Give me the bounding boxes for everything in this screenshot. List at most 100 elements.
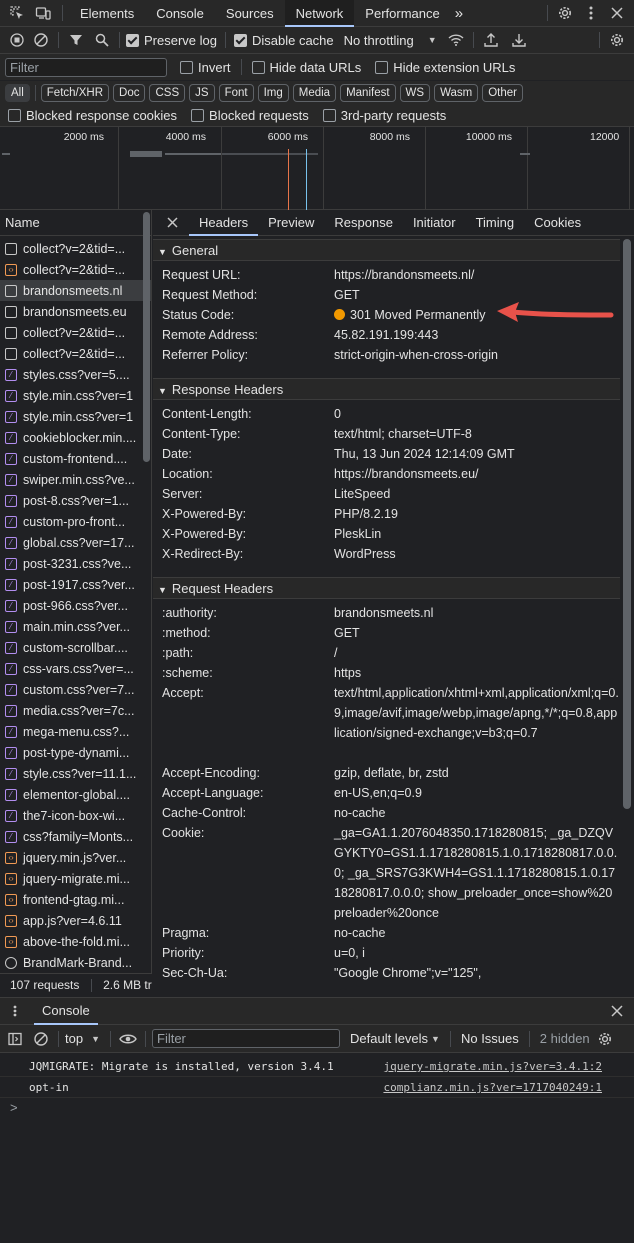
console-source-link[interactable]: complianz.min.js?ver=1717040249:1 [383,1077,602,1098]
request-row[interactable]: ⁄ mega-menu.css?... [0,721,151,742]
export-har-icon[interactable] [508,29,530,51]
network-settings-gear-icon[interactable] [606,29,628,51]
name-column-header[interactable]: Name [0,210,151,236]
drawer-menu-icon[interactable] [4,1000,26,1022]
tab-initiator[interactable]: Initiator [403,210,466,236]
tab-performance[interactable]: Performance [354,0,450,27]
invert-checkbox[interactable]: Invert [180,60,231,75]
device-toolbar-icon[interactable] [32,2,54,24]
request-headers-section-header[interactable]: ▼ Request Headers [153,577,620,599]
tab-cookies[interactable]: Cookies [524,210,591,236]
close-drawer-icon[interactable] [606,1000,628,1022]
request-row[interactable]: collect?v=2&tid=... [0,322,151,343]
settings-gear-icon[interactable] [554,2,576,24]
log-levels-select[interactable]: Default levels ▼ [350,1031,440,1046]
throttling-select[interactable]: No throttling ▼ [344,33,437,48]
detail-scrollbar[interactable] [623,239,631,809]
stop-recording-icon[interactable] [6,29,28,51]
more-options-icon[interactable] [580,2,602,24]
request-row[interactable]: ⁄ post-966.css?ver... [0,595,151,616]
hide-extension-urls-checkbox[interactable]: Hide extension URLs [375,60,515,75]
type-chip-wasm[interactable]: Wasm [434,84,479,102]
request-row[interactable]: ‹› jquery.min.js?ver... [0,847,151,868]
request-row[interactable]: ⁄ style.min.css?ver=1 [0,385,151,406]
type-chip-css[interactable]: CSS [149,84,186,102]
console-settings-gear-icon[interactable] [594,1028,616,1050]
request-row[interactable]: ⁄ style.min.css?ver=1 [0,406,151,427]
preserve-log-checkbox[interactable]: Preserve log [126,33,217,48]
type-chip-doc[interactable]: Doc [113,84,146,102]
request-row[interactable]: ⁄ main.min.css?ver... [0,616,151,637]
tab-console[interactable]: Console [145,0,215,27]
sidebar-toggle-icon[interactable] [4,1028,26,1050]
request-row[interactable]: collect?v=2&tid=... [0,238,151,259]
tab-elements[interactable]: Elements [69,0,145,27]
checkbox-unchecked[interactable] [8,109,21,122]
third-party-requests-checkbox[interactable]: 3rd-party requests [322,108,446,123]
tab-timing[interactable]: Timing [466,210,525,236]
checkbox-unchecked[interactable] [375,60,389,74]
response-headers-section-header[interactable]: ▼ Response Headers [153,378,620,400]
request-row[interactable]: ⁄ css-vars.css?ver=... [0,658,151,679]
blocked-requests-checkbox[interactable]: Blocked requests [191,108,309,123]
type-chip-other[interactable]: Other [482,84,523,102]
checkbox-unchecked[interactable] [180,60,193,74]
request-row[interactable]: ⁄ elementor-global.... [0,784,151,805]
console-filter-input[interactable]: Filter [152,1029,340,1048]
import-har-icon[interactable] [480,29,502,51]
type-chip-manifest[interactable]: Manifest [340,84,396,102]
request-row[interactable]: ⁄ custom-scrollbar.... [0,637,151,658]
request-row[interactable]: ⁄ post-8.css?ver=1... [0,490,151,511]
tab-response[interactable]: Response [324,210,403,236]
request-row[interactable]: collect?v=2&tid=... [0,343,151,364]
request-row[interactable]: ‹› app.js?ver=4.6.11 [0,910,151,931]
request-row[interactable]: ⁄ post-type-dynami... [0,742,151,763]
tab-preview[interactable]: Preview [258,210,324,236]
type-chip-img[interactable]: Img [257,84,289,102]
checkbox-checked[interactable] [126,33,139,47]
type-chip-js[interactable]: JS [189,84,215,102]
request-row[interactable]: brandonsmeets.eu [0,301,151,322]
checkbox-unchecked[interactable] [251,60,265,74]
more-tabs-button[interactable]: » [451,0,467,27]
request-row[interactable]: ⁄ style.css?ver=11.1... [0,763,151,784]
context-select[interactable]: top ▼ [65,1031,100,1046]
request-row[interactable]: ‹› collect?v=2&tid=... [0,259,151,280]
clear-console-icon[interactable] [30,1028,52,1050]
checkbox-unchecked[interactable] [191,109,205,122]
checkbox-unchecked[interactable] [322,109,336,122]
type-chip-font[interactable]: Font [218,84,254,102]
request-row[interactable]: brandonsmeets.nl [0,280,151,301]
checkbox-checked[interactable] [233,33,247,47]
request-row[interactable]: ⁄ cookieblocker.min.... [0,427,151,448]
issues-count[interactable]: No Issues [461,1031,519,1046]
search-icon[interactable] [91,29,113,51]
request-row[interactable]: ‹› jquery-migrate.mi... [0,868,151,889]
request-row[interactable]: ⁄ post-1917.css?ver... [0,574,151,595]
live-expression-eye-icon[interactable] [117,1028,139,1050]
tab-sources[interactable]: Sources [215,0,285,27]
filter-funnel-icon[interactable] [65,29,87,51]
close-devtools-icon[interactable] [606,2,628,24]
request-row[interactable]: ⁄ custom.css?ver=7... [0,679,151,700]
request-row[interactable]: ⁄ global.css?ver=17... [0,532,151,553]
request-row[interactable]: ‹› frontend-gtag.mi... [0,889,151,910]
blocked-response-cookies-checkbox[interactable]: Blocked response cookies [8,108,177,123]
request-row[interactable]: ⁄ swiper.min.css?ve... [0,469,151,490]
type-chip-media[interactable]: Media [292,84,337,102]
request-row[interactable]: ⁄ post-3231.css?ve... [0,553,151,574]
drawer-tab-console[interactable]: Console [34,997,98,1025]
hide-data-urls-checkbox[interactable]: Hide data URLs [251,60,361,75]
list-scrollbar[interactable] [143,212,150,462]
clear-icon[interactable] [30,29,52,51]
network-conditions-wifi-icon[interactable] [445,29,467,51]
request-row[interactable]: ⁄ styles.css?ver=5.... [0,364,151,385]
disable-cache-checkbox[interactable]: Disable cache [233,33,334,48]
type-chip-fetch-xhr[interactable]: Fetch/XHR [40,84,110,102]
close-detail-icon[interactable] [161,212,183,234]
tab-network[interactable]: Network [284,0,355,27]
request-row[interactable]: BrandMark-Brand... [0,952,151,973]
type-chip-ws[interactable]: WS [399,84,431,102]
request-row[interactable]: ⁄ the7-icon-box-wi... [0,805,151,826]
console-prompt[interactable]: > [10,1100,18,1115]
